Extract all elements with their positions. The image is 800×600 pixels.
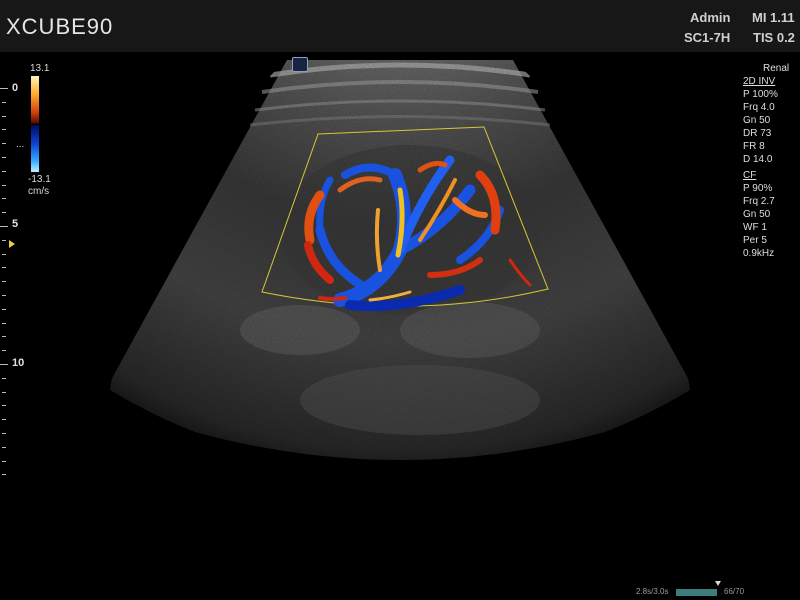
depth-tick	[2, 336, 6, 338]
mode-cf-title: CF	[743, 170, 757, 181]
param-2d-dynamic-range: DR 73	[743, 128, 772, 139]
param-2d-frequency: Frq 4.0	[743, 102, 775, 113]
depth-tick	[2, 253, 6, 255]
depth-tick	[2, 143, 6, 145]
depth-tick	[2, 446, 6, 448]
depth-tick	[2, 184, 6, 186]
depth-tick	[0, 226, 8, 227]
brand-logo: XCUBE90	[6, 14, 114, 39]
param-cf-frequency: Frq 2.7	[743, 196, 775, 207]
depth-tick	[2, 239, 6, 241]
baseline-marker: ...	[16, 139, 25, 150]
depth-tick	[2, 170, 6, 172]
probe-label: SC1-7H	[684, 30, 731, 45]
preset-label: Renal	[763, 63, 790, 74]
depth-label-10: 10	[12, 357, 25, 369]
param-2d-depth: D 14.0	[743, 154, 773, 165]
depth-tick	[2, 115, 6, 117]
mode-cf-params: P 90% Frq 2.7 Gn 50 WF 1 Per 5 0.9kHz	[743, 182, 775, 260]
tis-index: TIS 0.2	[753, 30, 795, 45]
depth-tick	[2, 157, 6, 158]
mode-2d-params: P 100% Frq 4.0 Gn 50 DR 73 FR 8 D 14.0	[743, 88, 778, 166]
param-cf-power: P 90%	[743, 183, 773, 194]
param-2d-frame-rate: FR 8	[743, 141, 765, 152]
depth-label-0: 0	[12, 82, 19, 94]
depth-tick	[2, 308, 6, 310]
param-2d-gain: Gn 50	[743, 115, 771, 126]
depth-tick	[2, 405, 6, 407]
mode-2d-title: 2D INV	[743, 76, 776, 87]
depth-tick	[2, 460, 6, 462]
depth-tick	[0, 364, 8, 365]
param-cf-wall-filter: WF 1	[743, 222, 767, 233]
bmode-sector	[110, 60, 690, 471]
mi-index: MI 1.11	[752, 10, 795, 25]
depth-tick	[2, 350, 6, 352]
depth-label-5: 5	[12, 218, 19, 230]
cine-position-marker-icon[interactable]	[715, 581, 721, 586]
probe-orientation-marker	[292, 57, 308, 72]
depth-tick	[2, 129, 6, 131]
depth-tick	[2, 322, 6, 324]
depth-tick	[2, 433, 6, 434]
depth-tick	[0, 88, 8, 89]
color-max-label: 13.1	[30, 63, 50, 74]
param-2d-power: P 100%	[743, 89, 778, 100]
cine-time: 2.8s/3.0s	[636, 587, 669, 596]
user-label: Admin	[690, 10, 731, 25]
param-cf-persistence: Per 5	[743, 235, 767, 246]
color-unit-label: cm/s	[28, 186, 50, 197]
ultrasound-image	[110, 60, 690, 471]
depth-tick	[2, 198, 6, 200]
depth-tick	[2, 377, 6, 379]
focus-marker-icon[interactable]	[9, 240, 15, 248]
depth-tick	[2, 391, 6, 393]
depth-tick	[2, 281, 6, 283]
depth-tick	[2, 474, 6, 476]
param-cf-prf: 0.9kHz	[743, 248, 775, 259]
cine-frames: 66/70	[724, 587, 745, 596]
depth-tick	[2, 295, 6, 296]
param-cf-gain: Gn 50	[743, 209, 771, 220]
depth-tick	[2, 267, 6, 269]
color-min-label: -13.1	[28, 174, 51, 185]
color-bar	[31, 76, 39, 172]
cine-progress-bar[interactable]	[676, 589, 717, 596]
depth-tick	[2, 419, 6, 421]
depth-tick	[2, 212, 6, 214]
depth-tick	[2, 101, 6, 103]
top-header-bar: XCUBE90 Admin SC1-7H MI 1.11 TIS 0.2	[0, 0, 800, 52]
